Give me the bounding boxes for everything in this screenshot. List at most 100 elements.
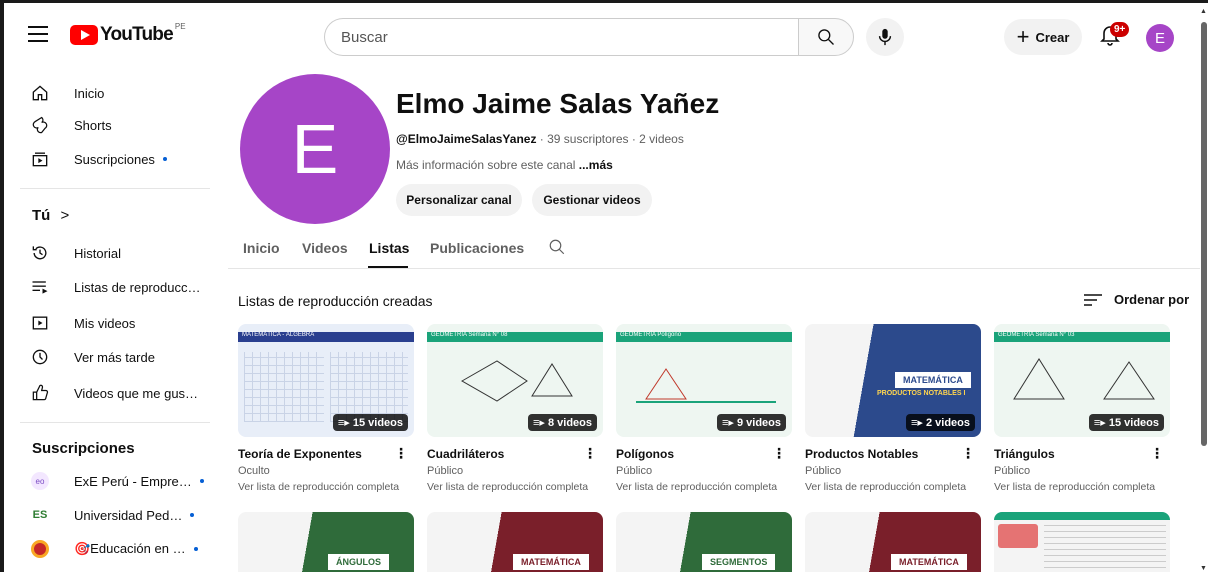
- home-icon: [28, 81, 52, 105]
- sidebar-item-inicio[interactable]: Inicio: [12, 76, 212, 110]
- sidebar-sub-educacion[interactable]: 🎯Educación en …: [12, 532, 212, 566]
- playlist-thumbnail[interactable]: [994, 512, 1170, 572]
- video-count: 8 videos: [547, 417, 592, 429]
- thumbnail-grid: [244, 352, 324, 422]
- tab-inicio[interactable]: Inicio: [243, 240, 280, 256]
- playlist-title[interactable]: Teoría de Exponentes: [238, 447, 362, 461]
- playlist-visibility: Público: [994, 465, 1031, 477]
- video-count: 15 videos: [352, 417, 403, 429]
- sort-button[interactable]: Ordenar por: [1084, 292, 1189, 307]
- sidebar-you-heading[interactable]: Tú >: [32, 207, 69, 224]
- view-full-playlist-link[interactable]: Ver lista de reproducción completa: [238, 481, 414, 493]
- voice-search-button[interactable]: [866, 18, 904, 56]
- search-button[interactable]: [798, 18, 854, 56]
- channel-more-info[interactable]: Más información sobre este canal ...más: [396, 158, 613, 172]
- playlist-thumbnail[interactable]: MATEMÁTICA: [805, 512, 981, 572]
- sidebar-item-label: 🎯Educación en …: [74, 541, 186, 556]
- channel-handle: @ElmoJaimeSalasYanez: [396, 132, 537, 146]
- sidebar-item-label: Listas de reproducc…: [74, 279, 201, 295]
- thumbnail-subtitle: PRODUCTOS NOTABLES I: [877, 390, 966, 397]
- sidebar-sub-exe-peru[interactable]: eo ExE Perú - Empre…: [12, 464, 212, 498]
- tab-listas[interactable]: Listas: [369, 240, 409, 256]
- sidebar-item-label: Inicio: [74, 85, 105, 101]
- scrollbar-thumb[interactable]: [1201, 22, 1207, 446]
- manage-videos-button[interactable]: Gestionar videos: [532, 184, 652, 216]
- sidebar-subscriptions-heading: Suscripciones: [32, 440, 135, 457]
- you-title: Tú: [32, 207, 51, 224]
- account-avatar[interactable]: E: [1146, 24, 1174, 52]
- subscriptions-icon: [28, 147, 52, 171]
- sidebar-item-listas[interactable]: Listas de reproducc…: [12, 270, 212, 304]
- playlist-card[interactable]: GEOMETRÍA Polígono ≡▸ 9 videos Polígonos…: [616, 324, 792, 493]
- sidebar-item-historial[interactable]: Historial: [12, 236, 212, 270]
- sidebar-item-label: Videos que me gus…: [74, 385, 199, 401]
- menu-icon[interactable]: [28, 26, 48, 47]
- more-actions-icon[interactable]: ⋮: [583, 446, 603, 461]
- playlist-card[interactable]: MATEMÁTICA PRODUCTOS NOTABLES I ≡▸ 2 vid…: [805, 324, 981, 493]
- search-input[interactable]: Buscar: [324, 18, 798, 56]
- playlist-title[interactable]: Polígonos: [616, 447, 674, 461]
- country-code: PE: [174, 21, 186, 31]
- sidebar-item-suscripciones[interactable]: Suscripciones: [12, 142, 212, 176]
- page-scrollbar[interactable]: ▲ ▼: [1200, 8, 1208, 572]
- playlist-thumbnail[interactable]: MATEMÁTICA PRODUCTOS NOTABLES I ≡▸ 2 vid…: [805, 324, 981, 437]
- playlist-title[interactable]: Triángulos: [994, 447, 1055, 461]
- playlist-title[interactable]: Productos Notables: [805, 447, 918, 461]
- channel-search-icon[interactable]: [548, 238, 566, 261]
- playlist-thumbnail[interactable]: MATEMÁTICA: [427, 512, 603, 572]
- shorts-icon: [28, 113, 52, 137]
- sidebar-item-label: ExE Perú - Empre…: [74, 473, 192, 489]
- playlist-card[interactable]: GEOMETRÍA Semana N° 08 ≡▸ 8 videos Cuadr…: [427, 324, 603, 493]
- youtube-logo[interactable]: YouTube PE: [70, 21, 186, 46]
- view-full-playlist-link[interactable]: Ver lista de reproducción completa: [427, 481, 603, 493]
- more-actions-icon[interactable]: ⋮: [394, 446, 414, 461]
- channel-meta: @ElmoJaimeSalasYanez · 39 suscriptores ·…: [396, 132, 684, 146]
- thumbnail-tag: MATEMÁTICA: [895, 372, 971, 388]
- more-actions-icon[interactable]: ⋮: [961, 446, 981, 461]
- sidebar-item-mis-videos[interactable]: Mis videos: [12, 306, 212, 340]
- video-count: 2 videos: [925, 417, 970, 429]
- sidebar-item-videos-que-me-gustan[interactable]: Videos que me gus…: [12, 376, 212, 410]
- watch-later-icon: [28, 345, 52, 369]
- playlist-thumbnail[interactable]: GEOMETRÍA Semana N° 03 ≡▸ 15 videos: [994, 324, 1170, 437]
- customize-channel-button[interactable]: Personalizar canal: [396, 184, 522, 216]
- create-button[interactable]: + Crear: [1004, 19, 1082, 55]
- playlist-thumbnail[interactable]: GEOMETRÍA Semana N° 08 ≡▸ 8 videos: [427, 324, 603, 437]
- playlist-card[interactable]: GEOMETRÍA Semana N° 03 ≡▸ 15 videos Triá…: [994, 324, 1170, 493]
- tab-videos[interactable]: Videos: [302, 240, 348, 256]
- playlist-card[interactable]: MATEMÁTICA - ÁLGEBRA ≡▸ 15 videos Teoría…: [238, 324, 414, 493]
- history-icon: [28, 241, 52, 265]
- thumbnail-band: MATEMÁTICA - ÁLGEBRA: [238, 332, 414, 342]
- tab-publicaciones[interactable]: Publicaciones: [430, 240, 524, 256]
- sidebar-item-ver-mas-tarde[interactable]: Ver más tarde: [12, 340, 212, 374]
- channel-avatar[interactable]: E: [240, 74, 390, 224]
- section-title: Listas de reproducción creadas: [238, 293, 433, 309]
- playlist-thumbnail[interactable]: SEGMENTOS: [616, 512, 792, 572]
- playlist-thumbnail[interactable]: MATEMÁTICA - ÁLGEBRA ≡▸ 15 videos: [238, 324, 414, 437]
- sidebar-item-shorts[interactable]: Shorts: [12, 108, 212, 142]
- playlist-thumbnail[interactable]: GEOMETRÍA Polígono ≡▸ 9 videos: [616, 324, 792, 437]
- scroll-up-icon[interactable]: ▲: [1200, 8, 1207, 15]
- channel-avatar-icon: [28, 537, 52, 561]
- channel-stats: · 39 suscriptores · 2 videos: [536, 132, 684, 146]
- more-actions-icon[interactable]: ⋮: [772, 446, 792, 461]
- thumbnail-tag: ÁNGULOS: [328, 554, 389, 570]
- scroll-down-icon[interactable]: ▼: [1200, 565, 1207, 572]
- sidebar-divider: [20, 188, 210, 189]
- view-full-playlist-link[interactable]: Ver lista de reproducción completa: [805, 481, 981, 493]
- triangle-figure: [1013, 358, 1155, 400]
- channel-avatar-icon: ES: [28, 503, 52, 527]
- sidebar-sub-universidad[interactable]: ES Universidad Ped…: [12, 498, 212, 532]
- new-content-dot: [193, 547, 198, 551]
- channel-avatar-icon: eo: [28, 469, 52, 493]
- notification-badge: 9+: [1110, 22, 1130, 37]
- playlist-title[interactable]: Cuadriláteros: [427, 447, 504, 461]
- playlist-thumbnail[interactable]: ÁNGULOS: [238, 512, 414, 572]
- video-count: 9 videos: [736, 417, 781, 429]
- microphone-icon: [878, 28, 892, 46]
- my-videos-icon: [28, 311, 52, 335]
- sidebar-divider: [20, 422, 210, 423]
- more-actions-icon[interactable]: ⋮: [1150, 446, 1170, 461]
- view-full-playlist-link[interactable]: Ver lista de reproducción completa: [616, 481, 792, 493]
- view-full-playlist-link[interactable]: Ver lista de reproducción completa: [994, 481, 1170, 493]
